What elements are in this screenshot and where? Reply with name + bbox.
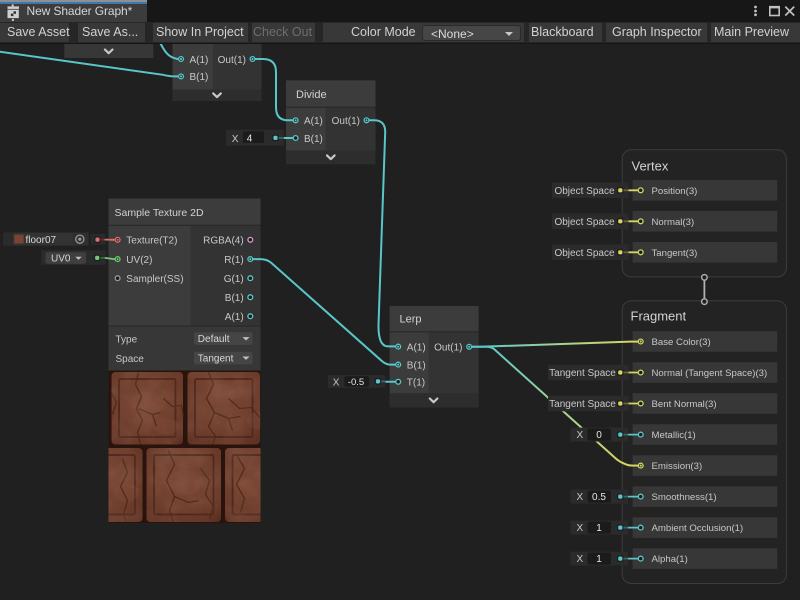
svg-text:0.5: 0.5 bbox=[592, 492, 606, 503]
svg-text:X: X bbox=[577, 523, 584, 534]
svg-text:Lerp: Lerp bbox=[400, 314, 422, 326]
svg-text:X: X bbox=[577, 430, 584, 441]
svg-text:Fragment: Fragment bbox=[631, 308, 687, 323]
svg-text:Out(1): Out(1) bbox=[332, 116, 360, 127]
svg-text:A(1): A(1) bbox=[407, 342, 426, 353]
svg-text:4: 4 bbox=[247, 134, 253, 145]
svg-text:Alpha(1): Alpha(1) bbox=[652, 554, 688, 565]
svg-text:Metallic(1): Metallic(1) bbox=[652, 430, 696, 441]
svg-text:0: 0 bbox=[596, 430, 602, 441]
svg-text:Texture(T2): Texture(T2) bbox=[126, 236, 177, 247]
svg-text:A(1): A(1) bbox=[304, 116, 323, 127]
svg-text:Normal (Tangent Space)(3): Normal (Tangent Space)(3) bbox=[652, 368, 768, 379]
svg-text:Object Space: Object Space bbox=[554, 186, 614, 197]
svg-text:1: 1 bbox=[596, 554, 602, 565]
svg-text:B(1): B(1) bbox=[407, 360, 426, 371]
svg-text:floor07: floor07 bbox=[26, 235, 57, 246]
svg-text:T(1): T(1) bbox=[407, 378, 425, 389]
svg-text:Normal(3): Normal(3) bbox=[652, 217, 695, 228]
svg-text:B(1): B(1) bbox=[190, 72, 209, 83]
svg-text:Sample Texture 2D: Sample Texture 2D bbox=[115, 207, 205, 219]
svg-text:Out(1): Out(1) bbox=[434, 343, 462, 354]
svg-text:Object Space: Object Space bbox=[554, 217, 614, 228]
svg-text:Object Space: Object Space bbox=[554, 248, 614, 259]
svg-text:1: 1 bbox=[596, 523, 602, 534]
svg-text:Position(3): Position(3) bbox=[652, 186, 698, 197]
svg-text:-0.5: -0.5 bbox=[348, 377, 364, 388]
svg-text:Default: Default bbox=[198, 334, 230, 345]
svg-text:Tangent Space: Tangent Space bbox=[549, 368, 616, 379]
svg-text:G(1): G(1) bbox=[224, 274, 244, 285]
svg-text:Type: Type bbox=[116, 335, 138, 346]
svg-text:Ambient Occlusion(1): Ambient Occlusion(1) bbox=[652, 523, 744, 534]
svg-text:Space: Space bbox=[116, 354, 145, 365]
svg-text:Tangent(3): Tangent(3) bbox=[652, 248, 698, 259]
svg-text:A(1): A(1) bbox=[225, 312, 244, 323]
svg-text:Bent Normal(3): Bent Normal(3) bbox=[652, 399, 717, 410]
svg-text:B(1): B(1) bbox=[304, 134, 323, 145]
svg-text:Emission(3): Emission(3) bbox=[652, 461, 703, 472]
svg-text:B(1): B(1) bbox=[225, 293, 244, 304]
svg-text:UV0: UV0 bbox=[51, 254, 71, 265]
svg-text:Out(1): Out(1) bbox=[218, 55, 246, 66]
svg-text:Vertex: Vertex bbox=[632, 159, 669, 174]
svg-text:UV(2): UV(2) bbox=[126, 255, 152, 266]
svg-text:Tangent: Tangent bbox=[198, 354, 234, 365]
svg-text:X: X bbox=[333, 377, 340, 388]
svg-text:A(1): A(1) bbox=[190, 55, 209, 66]
svg-text:X: X bbox=[577, 492, 584, 503]
svg-text:X: X bbox=[232, 134, 239, 145]
svg-text:Smoothness(1): Smoothness(1) bbox=[652, 492, 717, 503]
svg-text:RGBA(4): RGBA(4) bbox=[203, 236, 244, 247]
svg-text:Base Color(3): Base Color(3) bbox=[652, 337, 711, 348]
svg-text:X: X bbox=[577, 554, 584, 565]
svg-text:R(1): R(1) bbox=[224, 255, 243, 266]
svg-text:Divide: Divide bbox=[296, 89, 327, 101]
svg-text:Tangent Space: Tangent Space bbox=[549, 399, 616, 410]
svg-text:Sampler(SS): Sampler(SS) bbox=[126, 274, 183, 285]
